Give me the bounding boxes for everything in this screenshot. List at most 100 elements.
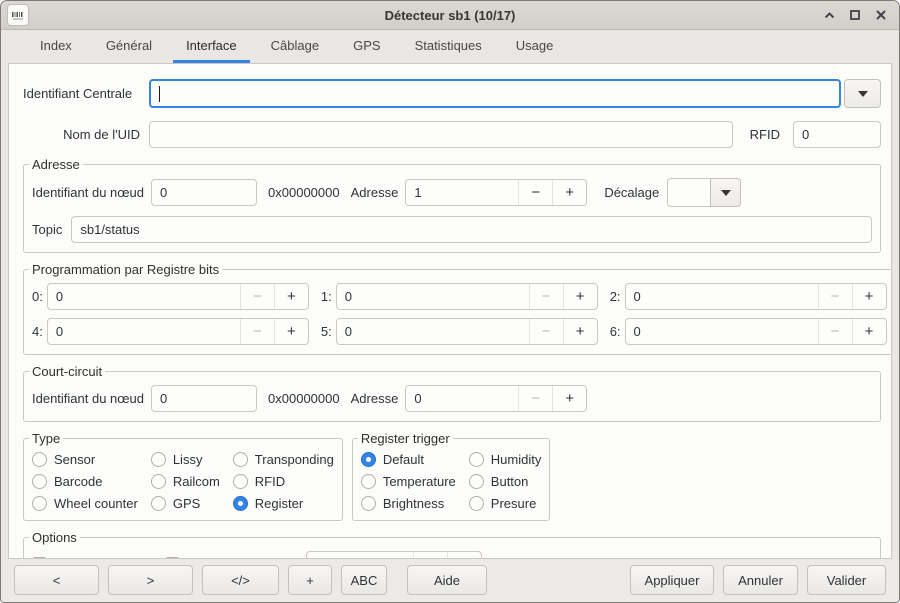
radio-icon[interactable] (32, 474, 47, 489)
ok-button[interactable]: Valider (807, 565, 886, 595)
decalage-value[interactable] (667, 178, 710, 207)
court-addr-increment-button[interactable]: + (552, 386, 586, 411)
trigger-option-temperature[interactable]: Temperature (361, 474, 456, 489)
adresse-addr-decrement-button[interactable]: − (518, 180, 552, 205)
seuil-increment-button[interactable]: + (447, 552, 481, 559)
tab-cablage[interactable]: Câblage (254, 30, 336, 63)
type-option-wheel-counter[interactable]: Wheel counter (32, 496, 138, 511)
adresse-addr-input[interactable] (406, 180, 518, 205)
help-button[interactable]: Aide (407, 565, 487, 595)
type-option-railcom[interactable]: Railcom (151, 474, 220, 489)
close-button[interactable] (874, 8, 888, 22)
court-addr-spinbox[interactable]: − + (405, 385, 587, 412)
bit-5-increment-button[interactable]: + (563, 319, 597, 344)
bit-2-spinbox[interactable]: − + (625, 283, 887, 310)
radio-icon[interactable] (151, 474, 166, 489)
cancel-button[interactable]: Annuler (723, 565, 798, 595)
decalage-combobox[interactable] (667, 178, 741, 207)
adresse-addr-spinbox[interactable]: − + (405, 179, 587, 206)
adresse-addr-label: Adresse (351, 185, 399, 200)
radio-selected-icon[interactable] (361, 452, 376, 467)
app-icon[interactable] (7, 4, 29, 26)
bit-2-increment-button[interactable]: + (852, 284, 886, 309)
type-option-gps[interactable]: GPS (151, 496, 220, 511)
seuil-decrement-button[interactable]: − (413, 552, 447, 559)
bit-4-spinbox[interactable]: − + (47, 318, 309, 345)
radio-icon[interactable] (361, 496, 376, 511)
trigger-option-button[interactable]: Button (469, 474, 542, 489)
bit-4-increment-button[interactable]: + (274, 319, 308, 344)
trigger-option-default[interactable]: Default (361, 452, 456, 467)
seuil-spinbox[interactable]: − + (306, 551, 482, 559)
bit-6-decrement-button[interactable]: − (818, 319, 852, 344)
bit-6-increment-button[interactable]: + (852, 319, 886, 344)
bit-5-spinbox[interactable]: − + (336, 318, 598, 345)
bit-0-spinbox[interactable]: − + (47, 283, 309, 310)
bit-0-decrement-button[interactable]: − (240, 284, 274, 309)
radio-icon[interactable] (469, 496, 484, 511)
tab-interface[interactable]: Interface (169, 30, 254, 63)
maximize-button[interactable] (848, 8, 862, 22)
court-addr-decrement-button[interactable]: − (518, 386, 552, 411)
topic-input[interactable] (71, 216, 872, 243)
code-button[interactable]: </> (202, 565, 279, 595)
radio-icon[interactable] (233, 474, 248, 489)
abc-button[interactable]: ABC (341, 565, 387, 595)
radio-icon[interactable] (469, 452, 484, 467)
radio-icon[interactable] (151, 496, 166, 511)
trigger-option-humidity[interactable]: Humidity (469, 452, 542, 467)
radio-icon[interactable] (32, 452, 47, 467)
bit-1-decrement-button[interactable]: − (529, 284, 563, 309)
tab-statistiques[interactable]: Statistiques (398, 30, 499, 63)
prev-button[interactable]: < (14, 565, 99, 595)
bit-5-input[interactable] (337, 319, 529, 344)
radio-icon[interactable] (233, 452, 248, 467)
bit-1-increment-button[interactable]: + (563, 284, 597, 309)
adresse-addr-increment-button[interactable]: + (552, 180, 586, 205)
trigger-option-presure[interactable]: Presure (469, 496, 542, 511)
centrale-dropdown-button[interactable] (844, 79, 881, 108)
radio-icon[interactable] (361, 474, 376, 489)
tab-gps[interactable]: GPS (336, 30, 397, 63)
apply-button[interactable]: Appliquer (630, 565, 714, 595)
seuil-input[interactable] (307, 552, 413, 559)
tab-general[interactable]: Général (89, 30, 169, 63)
type-option-register[interactable]: Register (233, 496, 334, 511)
tab-index[interactable]: Index (23, 30, 89, 63)
type-option-barcode[interactable]: Barcode (32, 474, 138, 489)
bit-0-increment-button[interactable]: + (274, 284, 308, 309)
radio-icon[interactable] (469, 474, 484, 489)
bit-2-decrement-button[interactable]: − (818, 284, 852, 309)
court-addr-input[interactable] (406, 386, 518, 411)
type-option-sensor[interactable]: Sensor (32, 452, 138, 467)
radio-selected-icon[interactable] (233, 496, 248, 511)
type-option-rfid[interactable]: RFID (233, 474, 334, 489)
shade-button[interactable] (822, 8, 836, 22)
rfid-input[interactable] (793, 121, 881, 148)
type-option-label: Barcode (54, 474, 102, 489)
bit-4-decrement-button[interactable]: − (240, 319, 274, 344)
centrale-combobox-entry[interactable] (149, 79, 841, 108)
bit-1-spinbox[interactable]: − + (336, 283, 598, 310)
type-option-lissy[interactable]: Lissy (151, 452, 220, 467)
trigger-option-brightness[interactable]: Brightness (361, 496, 456, 511)
add-button[interactable]: + (288, 565, 332, 595)
bit-4-input[interactable] (48, 319, 240, 344)
bit-1-input[interactable] (337, 284, 529, 309)
radio-icon[interactable] (151, 452, 166, 467)
type-option-label: Sensor (54, 452, 95, 467)
radio-icon[interactable] (32, 496, 47, 511)
type-option-transponding[interactable]: Transponding (233, 452, 334, 467)
bit-6-spinbox[interactable]: − + (625, 318, 887, 345)
bit-6-label: 6: (610, 324, 621, 339)
court-node-input[interactable] (151, 385, 257, 412)
tab-usage[interactable]: Usage (499, 30, 571, 63)
next-button[interactable]: > (108, 565, 193, 595)
bit-6-input[interactable] (626, 319, 818, 344)
uid-input[interactable] (149, 121, 733, 148)
adresse-node-input[interactable] (151, 179, 257, 206)
bit-5-decrement-button[interactable]: − (529, 319, 563, 344)
bit-2-input[interactable] (626, 284, 818, 309)
decalage-dropdown-button[interactable] (710, 178, 741, 207)
bit-0-input[interactable] (48, 284, 240, 309)
